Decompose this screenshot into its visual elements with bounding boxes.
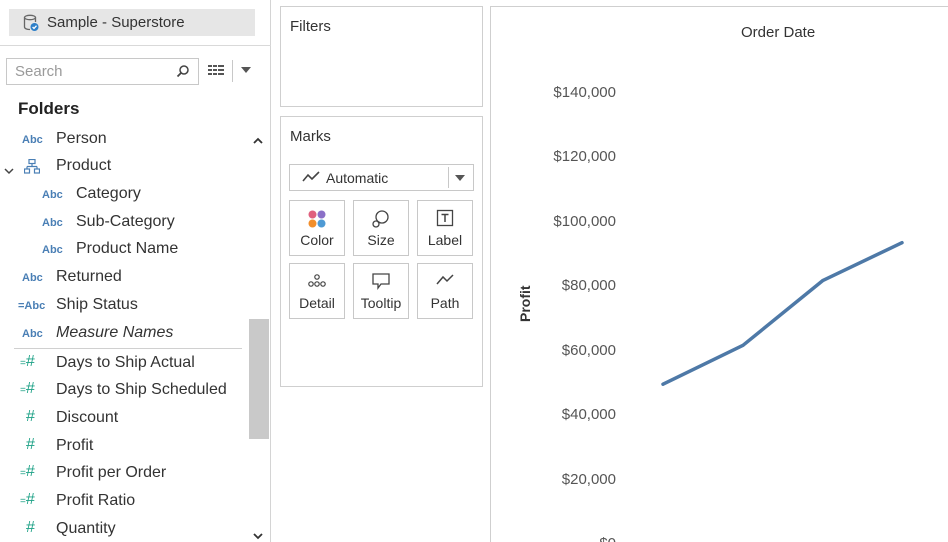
profit-line[interactable] [661, 240, 904, 386]
data-point[interactable] [900, 241, 904, 245]
data-point[interactable] [821, 278, 825, 282]
data-point[interactable] [741, 343, 745, 347]
chart-plot[interactable] [0, 0, 948, 542]
data-point[interactable] [661, 382, 665, 386]
